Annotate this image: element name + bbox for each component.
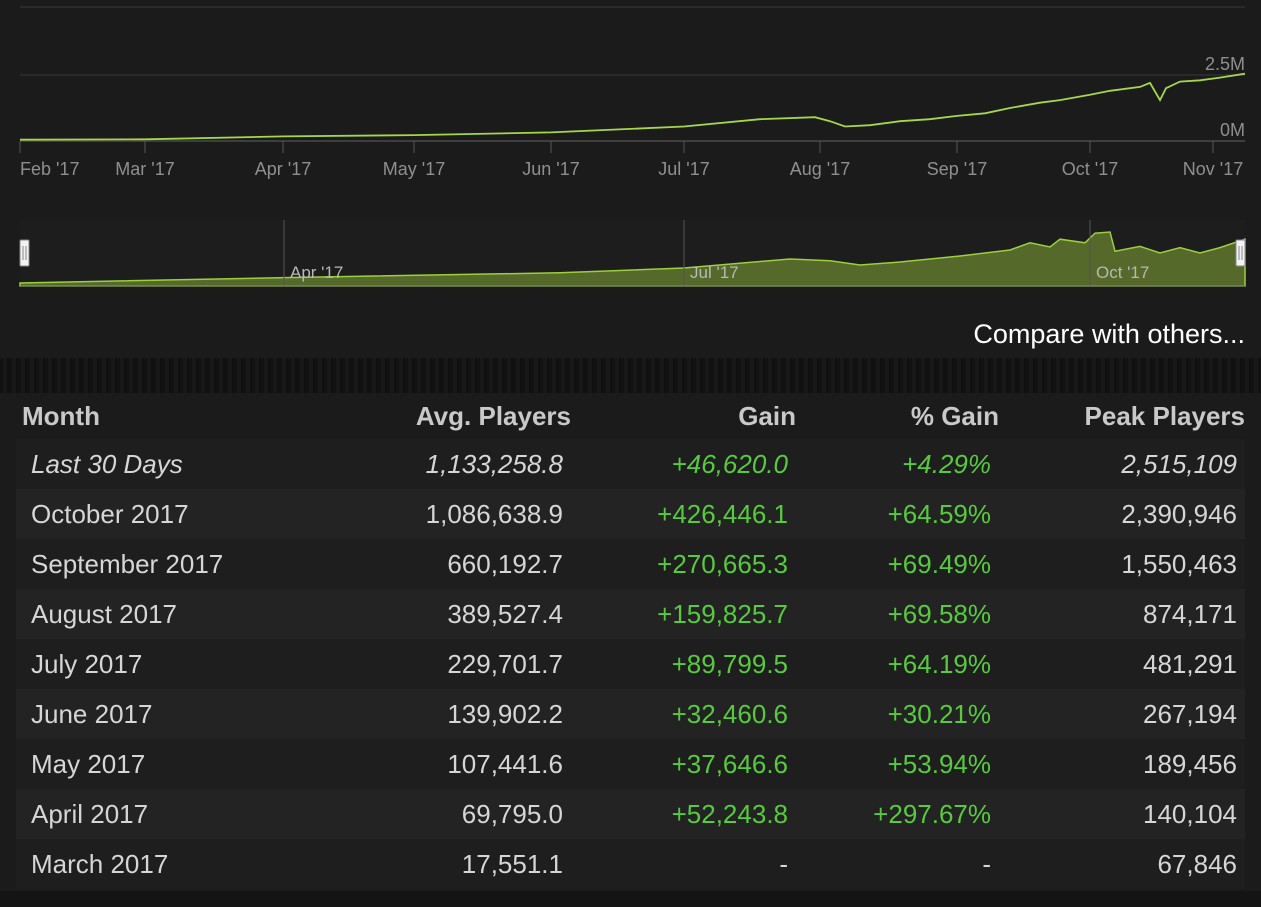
cell-avg-players: 17,551.1 <box>306 839 571 889</box>
x-tick-label: Aug '17 <box>790 159 851 179</box>
cell-avg-players: 69,795.0 <box>306 789 571 839</box>
cell-percent-gain: +64.59% <box>796 489 999 539</box>
cell-gain: +426,446.1 <box>571 489 796 539</box>
cell-percent-gain: +297.67% <box>796 789 999 839</box>
navigator-chart[interactable]: Apr '17 Jul '17 Oct '17 <box>0 210 1261 295</box>
cell-gain: +37,646.6 <box>571 739 796 789</box>
y-label-0m: 0M <box>1220 120 1245 140</box>
bottom-band <box>0 891 1261 907</box>
cell-avg-players: 107,441.6 <box>306 739 571 789</box>
cell-peak-players: 67,846 <box>999 839 1245 889</box>
cell-peak-players: 2,515,109 <box>999 439 1245 489</box>
cell-percent-gain: +64.19% <box>796 639 999 689</box>
divider-band <box>0 358 1261 393</box>
cell-percent-gain: +4.29% <box>796 439 999 489</box>
header-avg-players[interactable]: Avg. Players <box>306 393 571 439</box>
table-row: August 2017 389,527.4 +159,825.7 +69.58% 874… <box>16 589 1245 639</box>
cell-peak-players: 189,456 <box>999 739 1245 789</box>
cell-gain: +46,620.0 <box>571 439 796 489</box>
cell-gain: +52,243.8 <box>571 789 796 839</box>
cell-month: Last 30 Days <box>16 439 306 489</box>
cell-peak-players: 267,194 <box>999 689 1245 739</box>
navigator-left-handle[interactable] <box>19 239 30 267</box>
x-tick-label: Nov '17 <box>1183 159 1243 179</box>
main-chart: 2.5M 0M Feb '17 Mar '17 Apr '17 May '17 Jun … <box>19 6 1246 179</box>
x-tick-label: Jul '17 <box>658 159 709 179</box>
cell-gain: +159,825.7 <box>571 589 796 639</box>
x-tick-label: May '17 <box>383 159 445 179</box>
cell-percent-gain: - <box>796 839 999 889</box>
cell-avg-players: 1,133,258.8 <box>306 439 571 489</box>
x-tick-label: Apr '17 <box>255 159 311 179</box>
x-tick-label: Oct '17 <box>1062 159 1118 179</box>
cell-peak-players: 140,104 <box>999 789 1245 839</box>
monthly-stats-table: Month Avg. Players Gain % Gain Peak Play… <box>16 393 1245 889</box>
cell-peak-players: 874,171 <box>999 589 1245 639</box>
navigator-right-handle[interactable] <box>1235 239 1246 267</box>
x-tick-label: Jun '17 <box>522 159 579 179</box>
navigator-label-oct: Oct '17 <box>1096 263 1149 282</box>
x-tick-label: Mar '17 <box>115 159 174 179</box>
x-tick-label: Sep '17 <box>927 159 988 179</box>
table-row: March 2017 17,551.1- -67,846 <box>16 839 1245 889</box>
table-row: June 2017 139,902.2 +32,460.6 +30.21% 267,19… <box>16 689 1245 739</box>
table-row: July 2017 229,701.7 +89,799.5 +64.19% 481,29… <box>16 639 1245 689</box>
cell-peak-players: 2,390,946 <box>999 489 1245 539</box>
cell-percent-gain: +69.49% <box>796 539 999 589</box>
header-gain[interactable]: Gain <box>571 393 796 439</box>
cell-avg-players: 660,192.7 <box>306 539 571 589</box>
player-chart-area: 2.5M 0M Feb '17 Mar '17 Apr '17 May '17 Jun … <box>0 0 1261 358</box>
cell-avg-players: 139,902.2 <box>306 689 571 739</box>
compare-with-others-link[interactable]: Compare with others... <box>973 319 1245 350</box>
cell-avg-players: 389,527.4 <box>306 589 571 639</box>
navigator-label-apr: Apr '17 <box>290 263 343 282</box>
cell-month: May 2017 <box>16 739 306 789</box>
header-peak-players[interactable]: Peak Players <box>999 393 1245 439</box>
x-tick-label: Feb '17 <box>20 159 79 179</box>
cell-month: March 2017 <box>16 839 306 889</box>
cell-percent-gain: +30.21% <box>796 689 999 739</box>
table-row: September 2017 660,192.7 +270,665.3 +69.49%… <box>16 539 1245 589</box>
cell-month: July 2017 <box>16 639 306 689</box>
cell-gain: - <box>571 839 796 889</box>
table-row: May 2017 107,441.6 +37,646.6 +53.94% 189,456 <box>16 739 1245 789</box>
navigator-label-jul: Jul '17 <box>690 263 739 282</box>
cell-month: October 2017 <box>16 489 306 539</box>
cell-gain: +270,665.3 <box>571 539 796 589</box>
cell-month: August 2017 <box>16 589 306 639</box>
cell-gain: +32,460.6 <box>571 689 796 739</box>
table-body: Last 30 Days 1,133,258.8 +46,620.0 +4.29% 2,… <box>16 439 1245 889</box>
x-axis-ticks: Feb '17 Mar '17 Apr '17 May '17 Jun '17 Jul '… <box>19 141 1243 179</box>
header-month[interactable]: Month <box>16 393 306 439</box>
table-row: October 2017 1,086,638.9 +426,446.1 +64.59%… <box>16 489 1245 539</box>
cell-gain: +89,799.5 <box>571 639 796 689</box>
table-header-row: Month Avg. Players Gain % Gain Peak Play… <box>16 393 1245 439</box>
cell-peak-players: 1,550,463 <box>999 539 1245 589</box>
cell-percent-gain: +69.58% <box>796 589 999 639</box>
header-percent-gain[interactable]: % Gain <box>796 393 999 439</box>
cell-avg-players: 1,086,638.9 <box>306 489 571 539</box>
cell-month: September 2017 <box>16 539 306 589</box>
cell-peak-players: 481,291 <box>999 639 1245 689</box>
cell-month: June 2017 <box>16 689 306 739</box>
table-row: Last 30 Days 1,133,258.8 +46,620.0 +4.29% 2,… <box>16 439 1245 489</box>
y-label-2.5m: 2.5M <box>1205 54 1245 74</box>
table-row: April 2017 69,795.0 +52,243.8 +297.67% 140,1… <box>16 789 1245 839</box>
cell-percent-gain: +53.94% <box>796 739 999 789</box>
cell-avg-players: 229,701.7 <box>306 639 571 689</box>
cell-month: April 2017 <box>16 789 306 839</box>
players-line <box>19 72 1246 141</box>
